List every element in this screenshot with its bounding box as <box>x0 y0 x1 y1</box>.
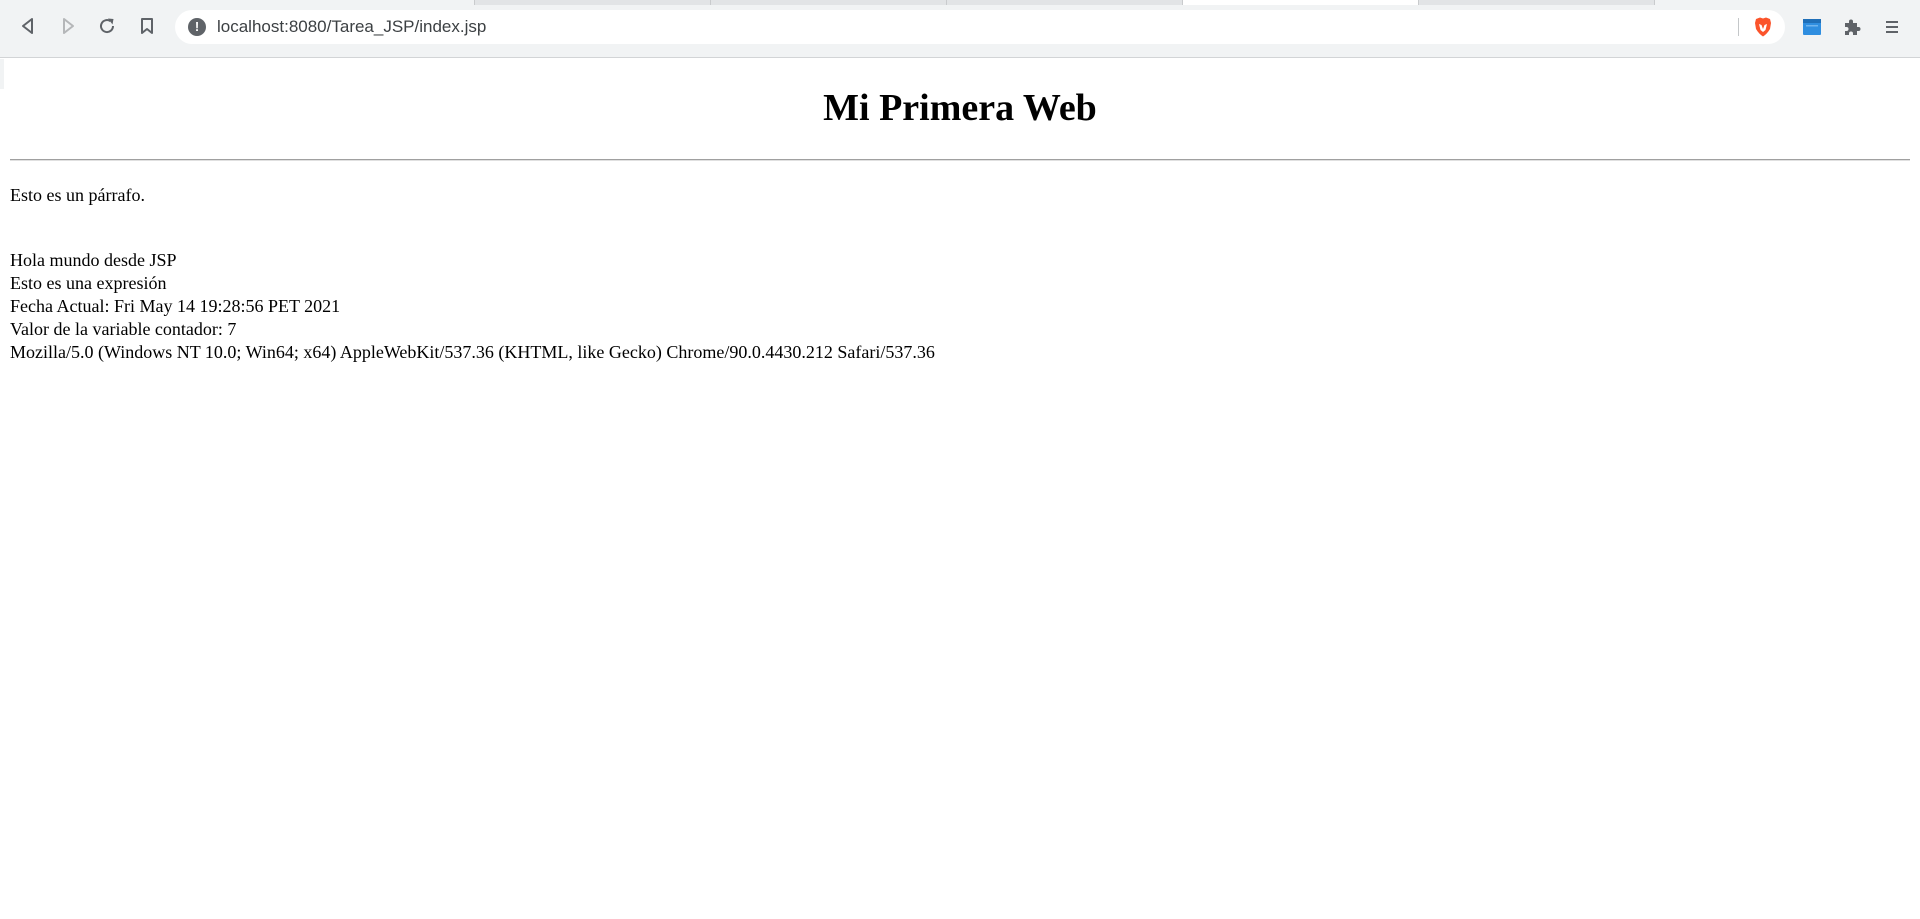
extension-icon <box>1802 18 1822 36</box>
expression-line: Esto es una expresión <box>10 273 167 293</box>
browser-chrome: ! localhost:8080/Tarea_JSP/index.jsp <box>0 0 1920 58</box>
browser-toolbar: ! localhost:8080/Tarea_JSP/index.jsp <box>0 6 1920 50</box>
hello-line: Hola mundo desde JSP <box>10 250 177 270</box>
counter-line: Valor de la variable contador: 7 <box>10 319 237 339</box>
back-arrow-icon <box>19 17 37 35</box>
paragraph: Esto es un párrafo. <box>10 185 145 205</box>
viewport-edge <box>0 59 4 89</box>
extension-button[interactable] <box>1797 12 1827 42</box>
reload-button[interactable] <box>92 11 122 41</box>
page-viewport: Mi Primera Web Esto es un párrafo. Hola … <box>0 59 1920 919</box>
bookmark-button[interactable] <box>132 11 162 41</box>
user-agent-line: Mozilla/5.0 (Windows NT 10.0; Win64; x64… <box>10 342 935 362</box>
bookmark-icon <box>139 17 155 35</box>
current-date-line: Fecha Actual: Fri May 14 19:28:56 PET 20… <box>10 296 341 316</box>
brave-lion-icon[interactable] <box>1752 16 1774 38</box>
browser-menu-button[interactable] <box>1877 12 1907 42</box>
forward-arrow-icon <box>59 17 77 35</box>
back-button[interactable] <box>13 11 43 41</box>
address-bar-divider <box>1738 18 1739 36</box>
hamburger-menu-icon <box>1884 18 1900 36</box>
puzzle-icon <box>1842 17 1862 37</box>
forward-button[interactable] <box>53 11 83 41</box>
page-title: Mi Primera Web <box>823 87 1097 129</box>
info-icon[interactable]: ! <box>188 18 206 36</box>
extensions-menu-button[interactable] <box>1837 12 1867 42</box>
address-bar[interactable]: ! localhost:8080/Tarea_JSP/index.jsp <box>175 10 1785 44</box>
tab-strip <box>0 0 1920 5</box>
address-bar-url[interactable]: localhost:8080/Tarea_JSP/index.jsp <box>217 10 486 44</box>
jsp-output: Hola mundo desde JSP Esto es una expresi… <box>10 249 935 364</box>
reload-icon <box>97 16 117 36</box>
horizontal-rule <box>10 159 1910 161</box>
